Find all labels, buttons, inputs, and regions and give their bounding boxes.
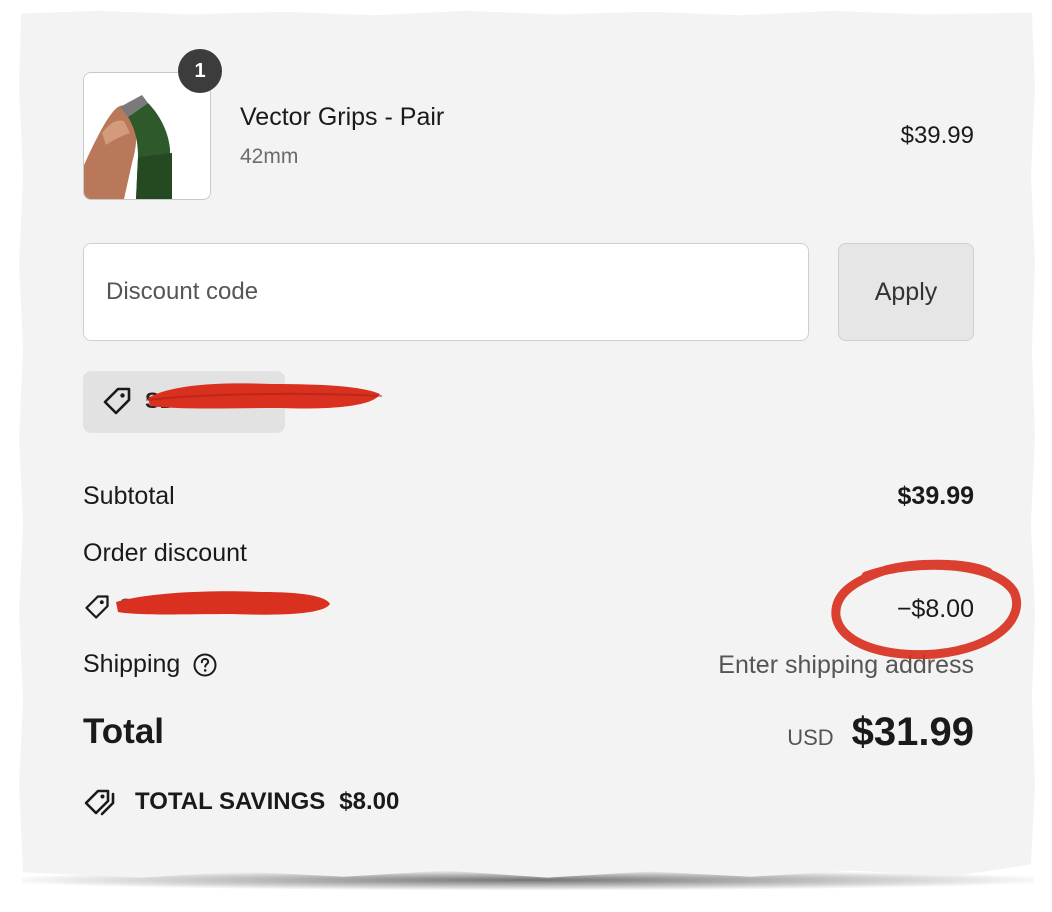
total-savings-label: TOTAL SAVINGS [135,788,326,815]
total-savings: TOTAL SAVINGS $8.00 [83,786,399,818]
subtotal-label: Subtotal [83,482,175,510]
tag-icon [85,595,109,619]
product-variant: 42mm [240,145,299,168]
discount-code-row: SD20 [83,593,172,626]
currency-code: USD [787,725,834,750]
product-grip-image [84,73,210,199]
tag-icon [101,385,133,422]
total-amount: $31.99 [851,710,974,754]
total-value: USD $31.99 [787,710,974,755]
order-discount-label: Order discount [83,539,247,567]
help-icon[interactable] [192,652,218,678]
total-label: Total [83,712,165,751]
shipping-label-text: Shipping [83,650,181,678]
shipping-label: Shipping [83,650,218,679]
subtotal-value: $39.99 [897,482,974,510]
discount-code-input[interactable] [83,243,809,341]
apply-discount-button[interactable]: Apply [838,243,974,341]
product-price: $39.99 [900,122,974,149]
tags-icon [84,789,115,816]
redaction-mark [145,383,383,409]
total-savings-value: $8.00 [339,788,400,815]
quantity-badge: 1 [178,49,222,93]
product-name: Vector Grips - Pair [240,103,445,131]
annotation-circle [831,559,1022,660]
redaction-mark [116,591,330,615]
